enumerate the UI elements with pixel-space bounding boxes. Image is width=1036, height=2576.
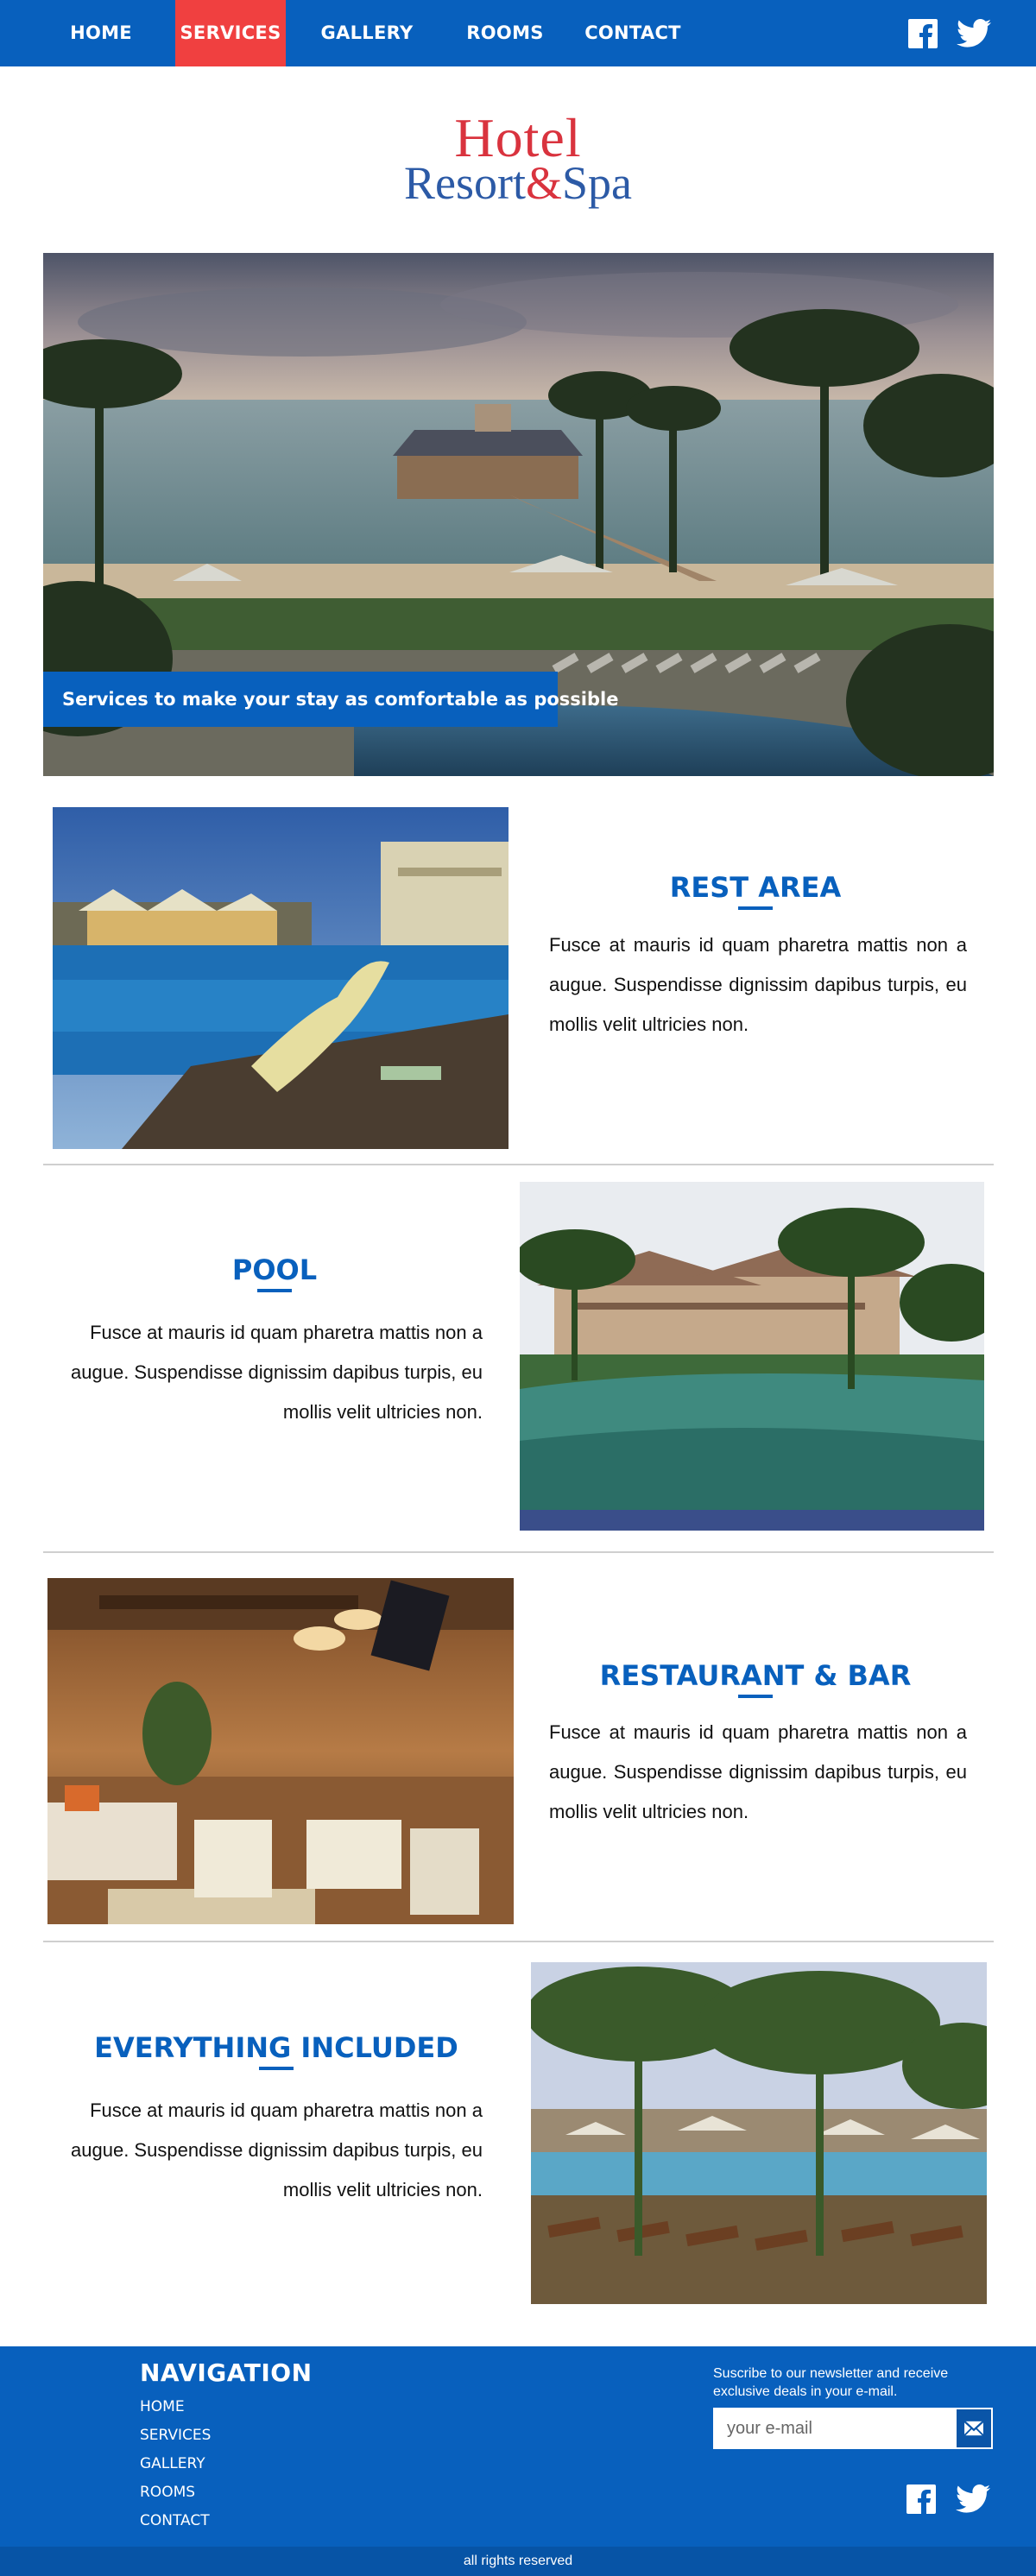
footer: NAVIGATION HOME SERVICES GALLERY ROOMS C… xyxy=(0,2346,1036,2547)
email-field[interactable] xyxy=(713,2408,955,2449)
section-divider xyxy=(43,1941,994,1942)
logo-spa-word: Spa xyxy=(562,157,632,209)
service-title-restaurant-bar: RESTAURANT & BAR xyxy=(599,1659,912,1692)
facebook-icon[interactable] xyxy=(906,2484,936,2514)
footer-link-contact[interactable]: CONTACT xyxy=(140,2511,210,2530)
logo-ampersand: & xyxy=(525,157,562,209)
footer-link-rooms[interactable]: ROOMS xyxy=(140,2483,195,2502)
pool-photo xyxy=(520,1182,984,1531)
logo-resort-spa-text: Resort&Spa xyxy=(345,159,691,207)
service-title-everything-included: EVERYTHING INCLUDED xyxy=(94,2031,458,2064)
title-underline xyxy=(259,2067,294,2070)
title-underline xyxy=(738,906,773,910)
nav-item-gallery[interactable]: GALLERY xyxy=(313,0,420,66)
restaurant-photo xyxy=(47,1578,514,1924)
newsletter-submit-button[interactable] xyxy=(955,2408,993,2449)
nav-item-services[interactable]: SERVICES xyxy=(175,0,286,66)
logo-resort-word: Resort xyxy=(403,157,526,209)
title-underline xyxy=(738,1695,773,1698)
nav-item-rooms[interactable]: ROOMS xyxy=(458,0,553,66)
twitter-icon[interactable] xyxy=(957,19,991,48)
twitter-icon[interactable] xyxy=(955,2484,991,2514)
footer-link-home[interactable]: HOME xyxy=(140,2397,185,2416)
service-text-rest-area: Fusce at mauris id quam pharetra mattis … xyxy=(549,934,967,1035)
top-navigation-bar: HOME SERVICES GALLERY ROOMS CONTACT xyxy=(0,0,1036,66)
service-text-restaurant-bar: Fusce at mauris id quam pharetra mattis … xyxy=(549,1721,967,1822)
facebook-icon[interactable] xyxy=(908,19,938,48)
section-divider xyxy=(43,1164,994,1165)
service-text-pool: Fusce at mauris id quam pharetra mattis … xyxy=(71,1322,483,1423)
nav-item-home[interactable]: HOME xyxy=(54,0,148,66)
footer-link-gallery[interactable]: GALLERY xyxy=(140,2454,205,2473)
service-title-rest-area: REST AREA xyxy=(669,871,842,904)
copyright-text: all rights reserved xyxy=(0,2547,1036,2576)
service-title-pool: POOL xyxy=(231,1253,318,1286)
hotel-logo[interactable]: Hotel Resort&Spa xyxy=(345,110,691,214)
nav-item-contact[interactable]: CONTACT xyxy=(578,0,687,66)
title-underline xyxy=(257,1289,292,1292)
newsletter-text: Suscribe to our newsletter and receive e… xyxy=(713,2366,949,2399)
envelope-icon xyxy=(963,2420,984,2436)
everything-included-photo xyxy=(531,1962,987,2304)
footer-link-services[interactable]: SERVICES xyxy=(140,2426,211,2445)
section-divider xyxy=(43,1551,994,1553)
rest-area-photo xyxy=(53,807,509,1149)
hero-caption: Services to make your stay as comfortabl… xyxy=(43,672,618,727)
service-text-everything-included: Fusce at mauris id quam pharetra mattis … xyxy=(71,2099,483,2200)
footer-navigation-title: NAVIGATION xyxy=(140,2358,313,2387)
